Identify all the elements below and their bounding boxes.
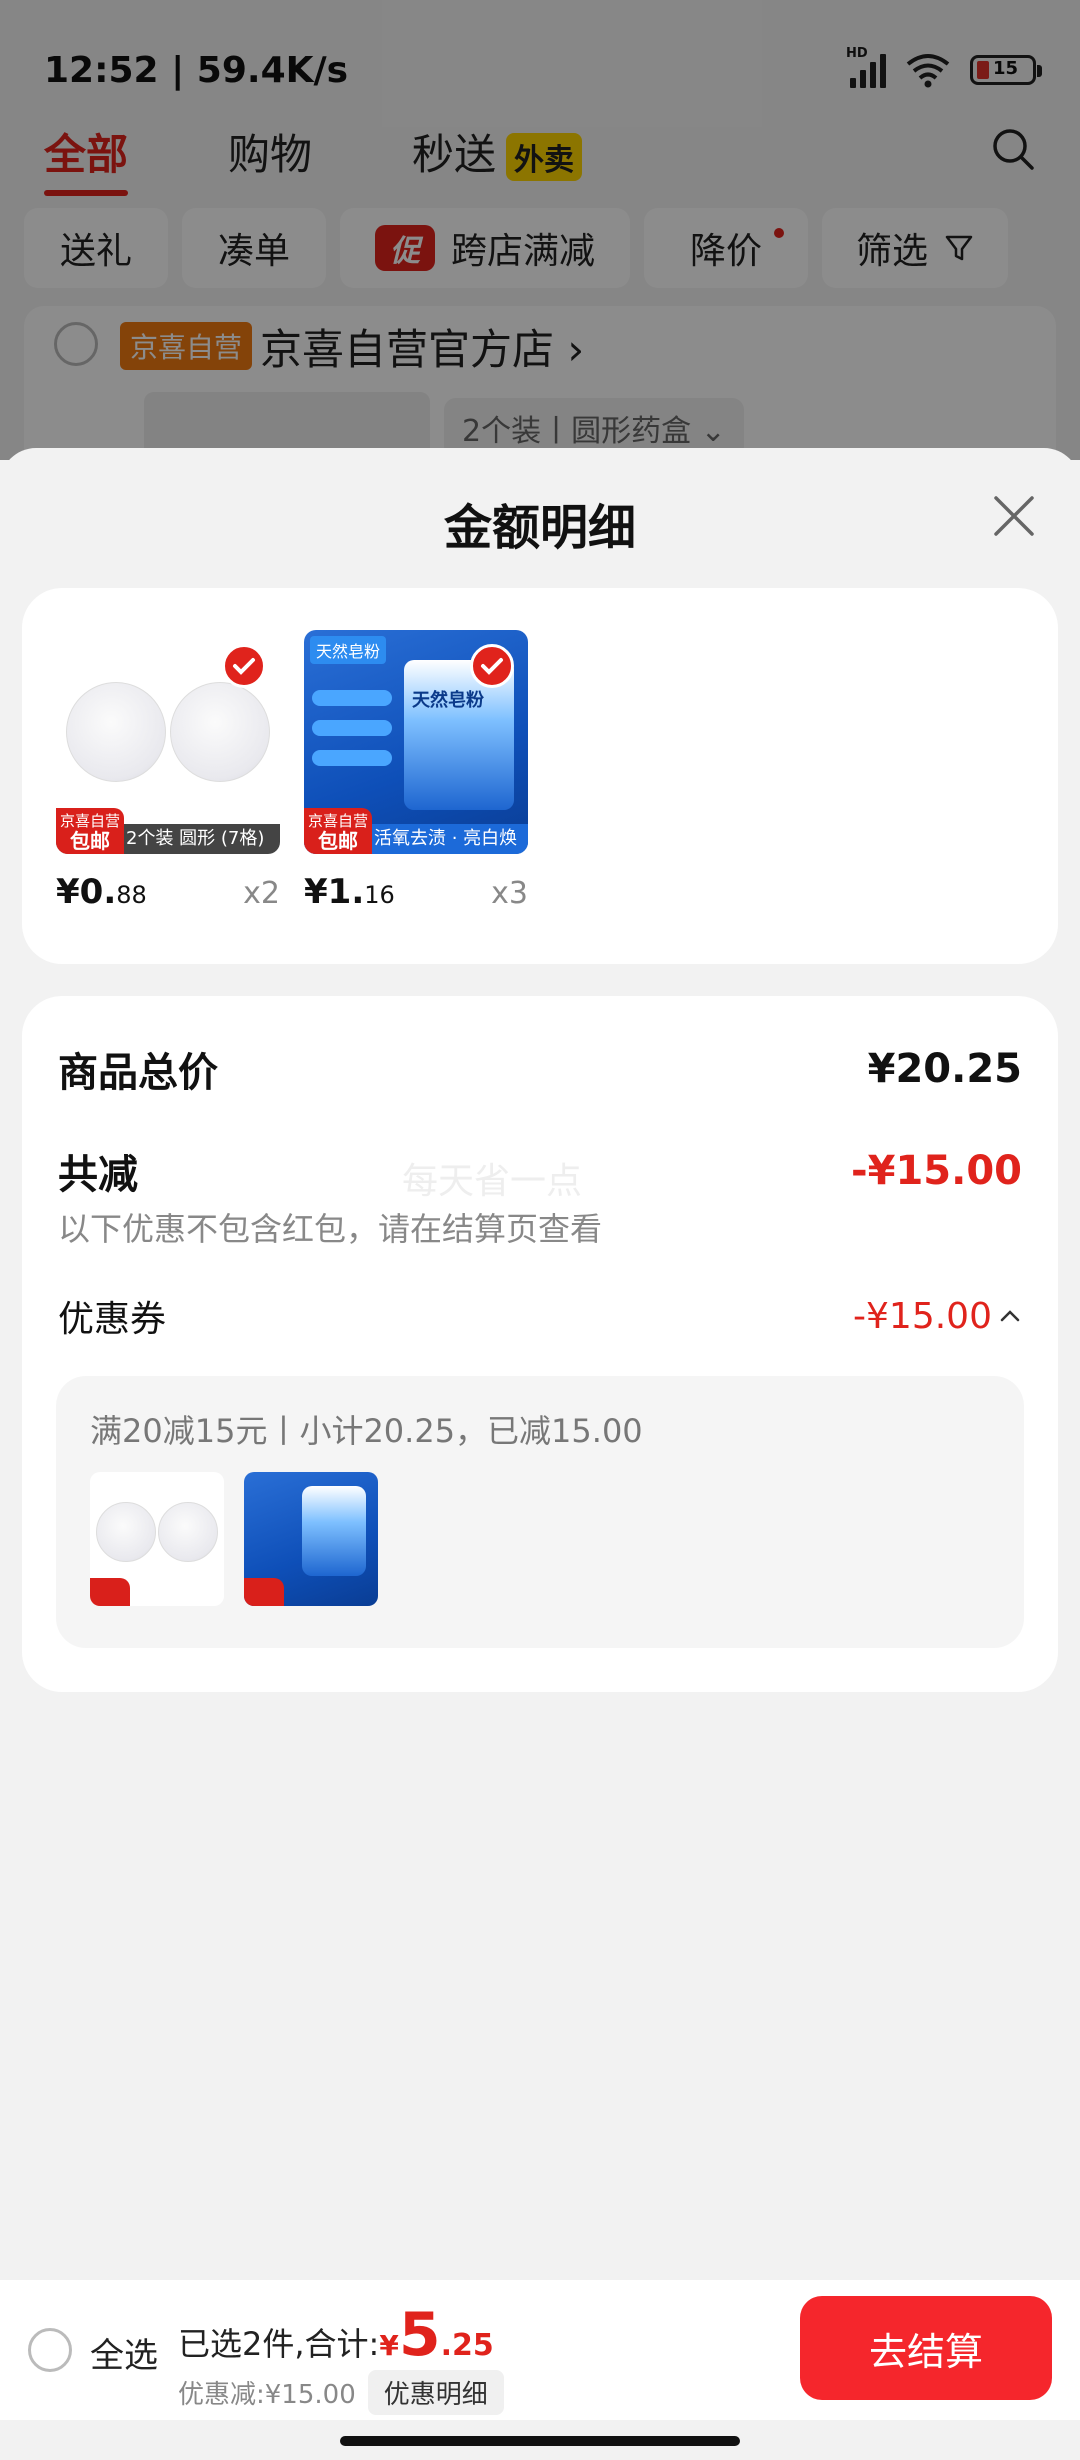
- coupon-detail-text: 满20减15元丨小计20.25，已减15.00: [90, 1412, 643, 1450]
- product-image-soap: 天然皂粉 天然皂粉 活氧去渍 · 亮白焕新 京喜自营包邮: [304, 630, 528, 854]
- total-row: 商品总价 ¥20.25: [58, 1040, 1022, 1098]
- price-dec: 16: [364, 881, 395, 909]
- item-qty: x3: [491, 876, 528, 911]
- products-card: 2个装 圆形 (7格) 京喜自营 包邮 ¥0.88 x2 天然皂粉 天然皂粉 活氧…: [22, 588, 1058, 964]
- total-value: ¥20.25: [867, 1046, 1022, 1092]
- price-int: ¥0.: [56, 872, 117, 912]
- coupon-row[interactable]: 优惠券 -¥15.00: [58, 1290, 1022, 1342]
- item-price: ¥1.16: [304, 872, 395, 912]
- total-amount: ¥5.25: [379, 2300, 493, 2370]
- soap-bag-title: 天然皂粉: [412, 690, 484, 711]
- coupon-label: 优惠券: [58, 1299, 167, 1340]
- select-all-radio[interactable]: [28, 2328, 72, 2372]
- selected-summary: 已选2件,合计: ¥5.25: [178, 2300, 494, 2370]
- soap-tag: 天然皂粉: [310, 636, 387, 664]
- item-price: ¥0.88: [56, 872, 147, 912]
- badge-bottom-text: 包邮: [70, 829, 110, 853]
- discount-line: 优惠减:¥15.00 优惠明细: [178, 2370, 504, 2415]
- discount-label: 共减: [58, 1152, 138, 1198]
- price-row: ¥1.16 x3: [304, 872, 528, 912]
- total-dec: .25: [440, 2328, 494, 2363]
- checked-icon[interactable]: [222, 644, 266, 688]
- item-qty: x2: [243, 876, 280, 911]
- discount-row: 共减 -¥15.00: [58, 1142, 1022, 1200]
- jd-self-badge-mini: [90, 1578, 130, 1606]
- selected-text: 已选2件,合计:: [178, 2325, 380, 2363]
- jd-self-badge-mini: [244, 1578, 284, 1606]
- dim-overlay[interactable]: [0, 0, 1080, 460]
- summary-card: 商品总价 ¥20.25 每天省一点 共减 -¥15.00 以下优惠不包含红包，请…: [22, 996, 1058, 1692]
- discount-text: 优惠减:¥15.00: [178, 2380, 356, 2410]
- coupon-detail-box: 满20减15元丨小计20.25，已减15.00: [56, 1376, 1024, 1648]
- mini-product-pillbox: [90, 1472, 224, 1606]
- discount-value: -¥15.00: [851, 1148, 1022, 1194]
- close-icon[interactable]: [988, 490, 1040, 542]
- jd-self-badge: 京喜自营 包邮: [304, 808, 372, 854]
- price-int: ¥1.: [304, 872, 365, 912]
- product-item[interactable]: 天然皂粉 天然皂粉 活氧去渍 · 亮白焕新 京喜自营包邮 ¥1.16 x3: [304, 630, 528, 912]
- product-image-pillbox: 2个装 圆形 (7格) 京喜自营 包邮: [56, 630, 280, 854]
- badge-top-text: 京喜自营: [59, 812, 120, 830]
- price-dec: 88: [116, 881, 147, 909]
- select-all-label[interactable]: 全选: [90, 2328, 158, 2377]
- product-item[interactable]: 2个装 圆形 (7格) 京喜自营 包邮 ¥0.88 x2: [56, 630, 280, 912]
- checkout-button[interactable]: 去结算: [800, 2296, 1052, 2400]
- checkout-bar: 全选 已选2件,合计: ¥5.25 优惠减:¥15.00 优惠明细 去结算: [0, 2280, 1080, 2420]
- badge-bottom-text: 包邮: [318, 829, 358, 853]
- home-indicator: [340, 2436, 740, 2446]
- total-label: 商品总价: [58, 1050, 218, 1096]
- amount-detail-sheet: 金额明细 2个装 圆形 (7格) 京喜自营 包邮 ¥0.88 x2 天然皂粉 天…: [0, 448, 1080, 2460]
- sheet-title: 金额明细: [443, 500, 636, 556]
- price-row: ¥0.88 x2: [56, 872, 280, 912]
- checked-icon[interactable]: [470, 644, 514, 688]
- total-int: 5: [398, 2300, 441, 2370]
- jd-self-badge: 京喜自营 包邮: [56, 808, 124, 854]
- background-page: 12:52 | 59.4K/s HD 15 全部 购物 秒送 外卖 送礼 凑单 …: [0, 0, 1080, 472]
- chevron-up-icon[interactable]: [998, 1304, 1022, 1328]
- discount-detail-button[interactable]: 优惠明细: [367, 2370, 504, 2415]
- mini-product-soap: [244, 1472, 378, 1606]
- coupon-value-wrap: -¥15.00: [853, 1296, 1022, 1337]
- discount-note: 以下优惠不包含红包，请在结算页查看: [58, 1210, 603, 1248]
- badge-top-text: 京喜自营: [307, 812, 368, 830]
- total-yen: ¥: [379, 2329, 399, 2362]
- coupon-value: -¥15.00: [853, 1295, 992, 1337]
- mini-soap-bag: [302, 1486, 366, 1576]
